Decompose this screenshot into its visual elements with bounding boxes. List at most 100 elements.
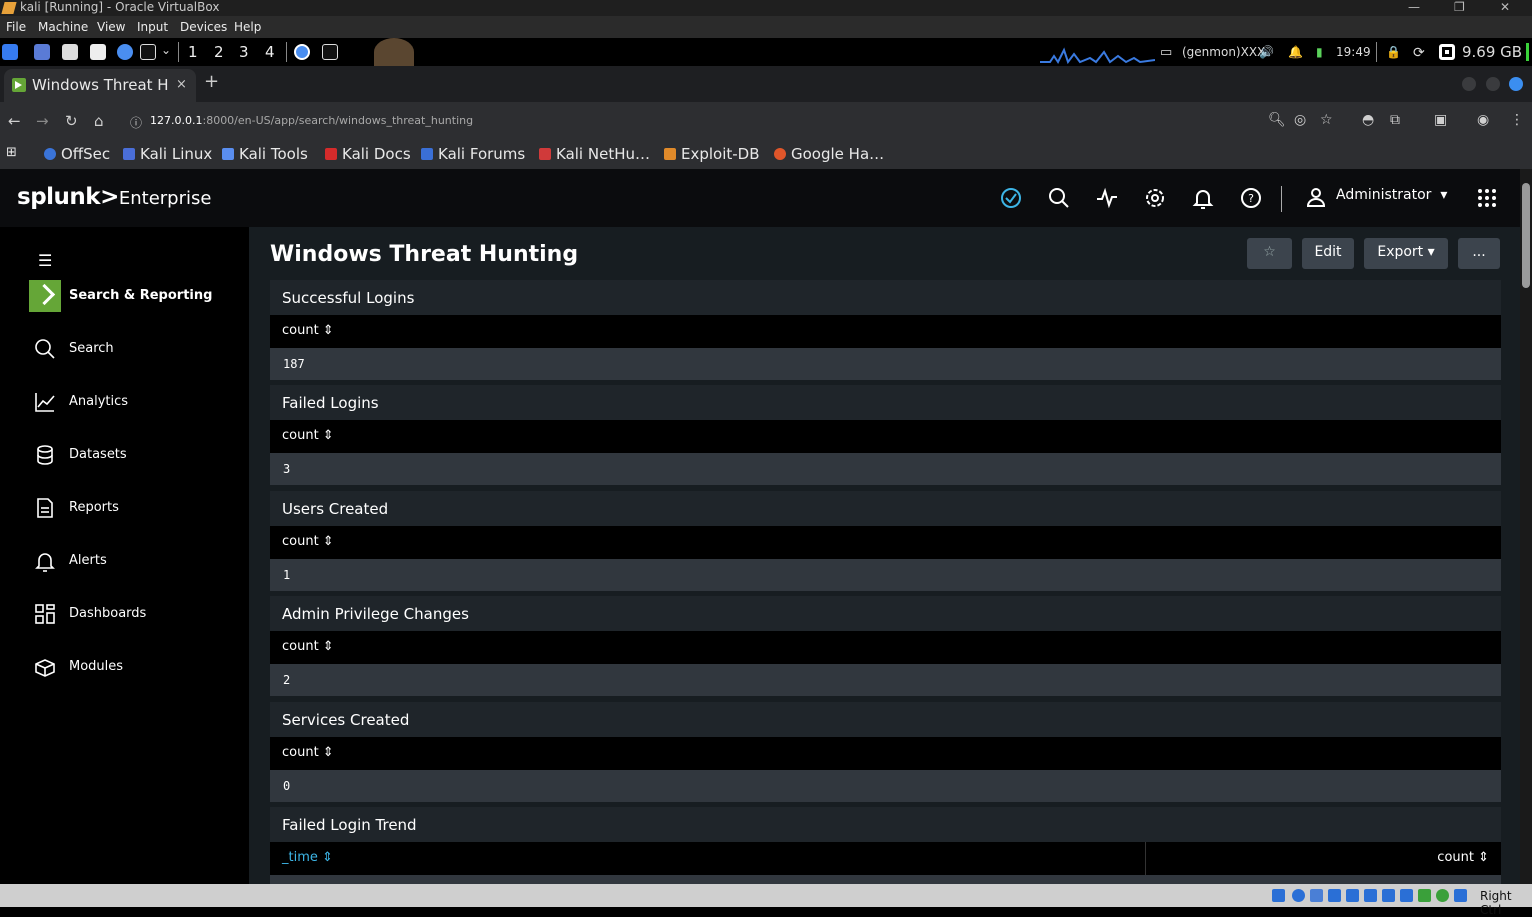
column-header-count[interactable]: count ⇕ — [1437, 850, 1489, 865]
splunk-logo[interactable]: splunk>Enterprise — [17, 184, 211, 210]
bookmark-kali-forums[interactable]: Kali Forums — [421, 145, 525, 163]
home-icon[interactable]: ⌂ — [94, 112, 104, 130]
refresh-icon[interactable]: ⟳ — [1413, 45, 1425, 61]
back-arrow-icon[interactable]: ← — [8, 112, 21, 130]
menu-devices[interactable]: Devices — [180, 20, 227, 34]
mouse-integration-icon[interactable] — [1454, 889, 1467, 902]
lock-icon[interactable]: 🔒 — [1386, 45, 1401, 59]
kali-menu-icon[interactable] — [2, 44, 18, 60]
forward-arrow-icon[interactable]: → — [36, 112, 49, 130]
column-header-count[interactable]: count ⇕ — [282, 428, 334, 443]
zoom-icon[interactable]: 🔍︎ — [1268, 112, 1286, 128]
sidebar-item-reports[interactable]: Reports — [0, 487, 249, 527]
bookmark-kali-tools[interactable]: Kali Tools — [222, 145, 308, 163]
close-window-icon[interactable]: ✕ — [1500, 0, 1510, 14]
column-header-count[interactable]: count ⇕ — [282, 639, 334, 654]
column-header-count[interactable]: count ⇕ — [282, 323, 334, 338]
menu-machine[interactable]: Machine — [38, 20, 88, 34]
page-scrollbar[interactable] — [1520, 169, 1532, 884]
browser-close-icon[interactable] — [1509, 77, 1523, 91]
reload-icon[interactable]: ↻ — [65, 112, 78, 130]
workspace-1[interactable]: 1 — [188, 43, 198, 61]
menu-help[interactable]: Help — [234, 20, 261, 34]
usb-icon[interactable] — [1346, 889, 1359, 902]
terminal-window-icon[interactable] — [322, 44, 338, 60]
sidebar-item-dashboards[interactable]: Dashboards — [0, 593, 249, 633]
bookmark-kali-docs[interactable]: Kali Docs — [325, 145, 411, 163]
guest-additions-icon[interactable] — [1436, 889, 1449, 902]
browser-maximize-icon[interactable] — [1486, 77, 1500, 91]
battery-icon[interactable]: ▮ — [1316, 45, 1323, 59]
bookmark-offsec[interactable]: OffSec — [44, 145, 110, 163]
restore-icon[interactable]: ❐ — [1454, 0, 1465, 14]
column-header-time[interactable]: _time ⇕ — [282, 850, 333, 865]
column-header-count[interactable]: count ⇕ — [282, 534, 334, 549]
clock[interactable]: 19:49 — [1336, 45, 1371, 59]
sidebar-item-alerts[interactable]: Alerts — [0, 540, 249, 580]
app-name[interactable]: Search & Reporting — [69, 288, 212, 303]
terminal-launcher-icon[interactable] — [140, 44, 156, 60]
tracking-protection-icon[interactable]: ◎ — [1294, 112, 1306, 128]
browser-launcher-icon[interactable] — [117, 44, 133, 60]
hamburger-menu-icon[interactable]: ☰ — [38, 251, 52, 270]
minimize-icon[interactable]: — — [1408, 0, 1420, 14]
sidebar-item-datasets[interactable]: Datasets — [0, 434, 249, 474]
more-actions-button[interactable]: ... — [1458, 238, 1500, 269]
settings-gear-icon[interactable] — [1144, 187, 1166, 209]
new-tab-button[interactable]: + — [204, 71, 219, 92]
export-button[interactable]: Export ▾ — [1364, 238, 1448, 269]
show-desktop-icon[interactable] — [34, 44, 50, 60]
display-icon[interactable]: ▭ — [1160, 45, 1172, 60]
menu-file[interactable]: File — [6, 20, 26, 34]
search-icon[interactable] — [1048, 187, 1070, 209]
site-info-icon[interactable]: ⓘ — [130, 114, 142, 131]
sidebar-item-analytics[interactable]: Analytics — [0, 381, 249, 421]
bookmark-google-hacking[interactable]: Google Ha… — [774, 145, 884, 163]
notification-bell-icon[interactable]: 🔔 — [1288, 45, 1303, 59]
file-manager-icon[interactable] — [62, 44, 78, 60]
browser-tab[interactable]: Windows Threat Hunting × — [4, 69, 196, 102]
browser-window-icon[interactable] — [294, 44, 310, 60]
sidebar-item-search[interactable]: Search — [0, 328, 249, 368]
workspace-2[interactable]: 2 — [214, 43, 224, 61]
audio-icon[interactable] — [1310, 889, 1323, 902]
cpu-status-icon[interactable] — [1418, 889, 1431, 902]
workspace-4[interactable]: 4 — [265, 43, 275, 61]
chevron-down-icon[interactable]: ⌄ — [161, 43, 171, 57]
notifications-bell-icon[interactable] — [1192, 187, 1214, 209]
column-header-count[interactable]: count ⇕ — [282, 745, 334, 760]
display-status-icon[interactable] — [1382, 889, 1395, 902]
tab-close-icon[interactable]: × — [176, 77, 187, 92]
text-editor-icon[interactable] — [90, 44, 106, 60]
optical-drive-icon[interactable] — [1292, 889, 1305, 902]
help-icon[interactable]: ? — [1240, 187, 1262, 209]
volume-icon[interactable]: 🔊 — [1259, 45, 1274, 59]
favorite-star-button[interactable]: ☆ — [1247, 238, 1292, 269]
profile-icon[interactable]: ◉ — [1477, 112, 1489, 128]
shared-folders-icon[interactable] — [1364, 889, 1377, 902]
menu-view[interactable]: View — [97, 20, 125, 34]
menu-input[interactable]: Input — [137, 20, 168, 34]
bookmark-kali-nethunter[interactable]: Kali NetHu… — [539, 145, 650, 163]
apps-grid-icon[interactable]: ⊞ — [6, 145, 17, 160]
user-menu[interactable]: Administrator ▾ — [1336, 187, 1447, 203]
apps-grid-icon[interactable] — [1476, 187, 1498, 209]
search-app-logo-icon[interactable] — [29, 280, 61, 312]
health-status-icon[interactable] — [1000, 187, 1022, 209]
bookmark-star-icon[interactable]: ☆ — [1320, 112, 1333, 128]
browser-menu-icon[interactable]: ⋮ — [1510, 112, 1524, 128]
edit-button[interactable]: Edit — [1302, 238, 1354, 269]
incognito-icon[interactable]: ◓ — [1362, 112, 1374, 128]
network-icon[interactable] — [1328, 889, 1341, 902]
scrollbar-thumb[interactable] — [1522, 183, 1530, 288]
side-panel-icon[interactable]: ▣ — [1434, 112, 1447, 128]
user-icon[interactable] — [1305, 186, 1327, 208]
storage-icon[interactable] — [1272, 889, 1285, 902]
workspace-3[interactable]: 3 — [239, 43, 249, 61]
address-bar[interactable]: 127.0.0.1:8000/en-US/app/search/windows_… — [150, 114, 473, 127]
bookmark-kali-linux[interactable]: Kali Linux — [123, 145, 212, 163]
bookmark-exploit-db[interactable]: Exploit-DB — [664, 145, 760, 163]
recording-icon[interactable] — [1400, 889, 1413, 902]
sidebar-item-modules[interactable]: Modules — [0, 646, 249, 686]
activity-icon[interactable] — [1096, 187, 1118, 209]
